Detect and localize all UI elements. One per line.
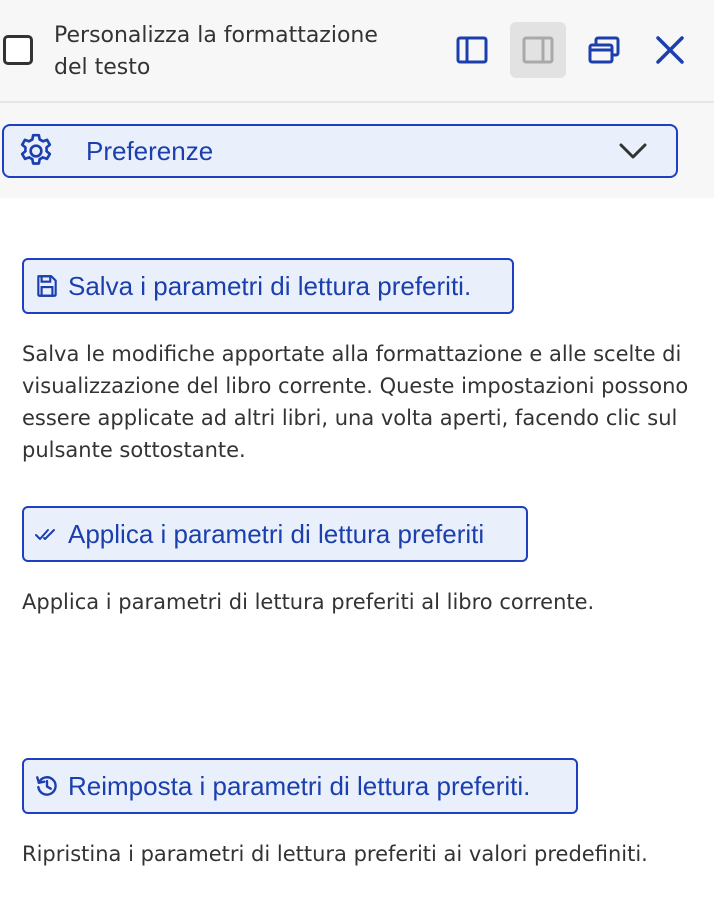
apply-preferences-label: Applica i parametri di lettura preferiti (68, 518, 485, 549)
save-icon (37, 275, 57, 297)
sidebar-right-icon (522, 36, 554, 64)
apply-preferences-button[interactable]: Applica i parametri di lettura preferiti (22, 506, 528, 562)
apply-preferences-description: Applica i parametri di lettura preferiti… (22, 590, 595, 614)
history-icon (36, 776, 57, 796)
dock-left-button[interactable] (444, 22, 500, 78)
preferences-band: Preferenze (0, 103, 714, 198)
double-check-icon (35, 529, 55, 540)
sidebar-left-icon (456, 36, 488, 64)
preferences-dropdown[interactable]: Preferenze (2, 124, 678, 178)
panel-header: Personalizza la formattazione del testo (0, 0, 714, 103)
panel-title: Personalizza la formattazione del testo (54, 23, 378, 80)
windows-icon (588, 36, 620, 64)
chevron-down-icon (619, 143, 647, 159)
save-preferences-button[interactable]: Salva i parametri di lettura preferiti. (22, 258, 514, 314)
select-checkbox[interactable] (3, 35, 33, 65)
dock-right-button[interactable] (510, 22, 566, 78)
gear-icon (20, 133, 52, 165)
reset-preferences-button[interactable]: Reimposta i parametri di lettura preferi… (22, 758, 578, 814)
save-preferences-label: Salva i parametri di lettura preferiti. (68, 270, 472, 301)
undock-button[interactable] (576, 22, 632, 78)
reset-preferences-label: Reimposta i parametri di lettura preferi… (68, 770, 531, 801)
reset-preferences-description: Ripristina i parametri di lettura prefer… (22, 842, 648, 866)
save-preferences-description: Salva le modifiche apportate alla format… (22, 342, 689, 462)
close-icon (656, 36, 684, 64)
close-button[interactable] (642, 22, 698, 78)
preferences-label: Preferenze (86, 135, 214, 166)
